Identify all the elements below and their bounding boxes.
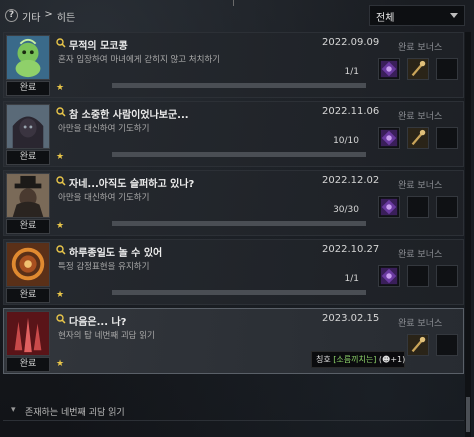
- reward-slot-card[interactable]: [378, 58, 400, 80]
- tooltip-prefix: 칭호: [316, 355, 331, 364]
- search-icon: [56, 314, 66, 324]
- reward-slot-empty: [436, 196, 458, 218]
- divider: [233, 0, 234, 6]
- reward-slot-card[interactable]: [378, 127, 400, 149]
- status-badge: 완료: [6, 288, 50, 303]
- help-icon[interactable]: ?: [5, 9, 18, 22]
- quest-description: 아만을 대신하여 기도하기: [58, 193, 150, 203]
- bonus-label: 완료 보너스: [398, 43, 443, 53]
- reward-slot-empty: [407, 196, 429, 218]
- purple-card-icon: [380, 60, 398, 78]
- quest-date: 2022.11.06: [322, 106, 380, 117]
- divider: [3, 420, 464, 421]
- star-icon: ★: [56, 290, 65, 300]
- quest-description: 현자의 탑 네번째 괴담 읽기: [58, 331, 155, 341]
- reward-slot-key[interactable]: [407, 58, 429, 80]
- quest-card[interactable]: 완료 무적의 모코콩 2022.09.09 혼자 입장하여 마녀에게 갇히지 않…: [3, 32, 464, 98]
- star-icon: ★: [56, 359, 65, 369]
- breadcrumb: 기타 > 히든: [22, 9, 75, 24]
- reward-slot-card[interactable]: [378, 196, 400, 218]
- purple-card-icon: [380, 129, 398, 147]
- quest-title: 참 소중한 사람이었나보군...: [69, 110, 189, 121]
- quest-thumbnail: [6, 173, 50, 218]
- bonus-label: 완료 보너스: [398, 112, 443, 122]
- search-icon: [56, 245, 66, 255]
- search-icon: [56, 176, 66, 186]
- quest-thumbnail: [6, 35, 50, 80]
- progress-bar: [112, 221, 366, 226]
- progress-bar: [112, 152, 366, 157]
- top-bar: ? 기타 > 히든 전체: [0, 0, 474, 32]
- filter-dropdown[interactable]: 전체: [369, 5, 465, 26]
- quest-card[interactable]: 완료 참 소중한 사람이었나보군... 2022.11.06 아만을 대신하여 …: [3, 101, 464, 167]
- reward-slot-empty: [407, 265, 429, 287]
- star-icon: ★: [56, 152, 65, 162]
- status-badge: 완료: [6, 219, 50, 234]
- status-badge: 완료: [6, 150, 50, 165]
- quest-card[interactable]: 완료 다음은... 나? 2023.02.15 현자의 탑 네번째 괴담 읽기 …: [3, 308, 464, 374]
- quest-date: 2022.09.09: [322, 37, 380, 48]
- quest-thumbnail: [6, 242, 50, 287]
- next-quest-row[interactable]: ▾ 존재하는 네번째 괴담 읽기: [3, 402, 464, 421]
- progress-bar: [112, 290, 366, 295]
- purple-card-icon: [380, 198, 398, 216]
- brass-key-icon: [408, 59, 428, 79]
- reward-slot-empty: [436, 334, 458, 356]
- reward-slot-empty: [436, 58, 458, 80]
- search-icon: [56, 38, 66, 48]
- reward-slot-card[interactable]: [378, 265, 400, 287]
- quest-thumbnail: [6, 311, 50, 356]
- breadcrumb-separator: >: [44, 9, 53, 20]
- tooltip-suffix: (☻+1): [378, 355, 406, 364]
- quest-title: 자네...아직도 슬퍼하고 있나?: [69, 179, 195, 190]
- brass-key-icon: [408, 128, 428, 148]
- progress-bar: [112, 83, 366, 88]
- title-reward-tooltip: 칭호 [소름끼치는] (☻+1): [311, 351, 405, 368]
- quest-title: 무적의 모코콩: [69, 41, 128, 52]
- progress-count: 1/1: [344, 67, 359, 77]
- next-quest-label: 존재하는 네번째 괴담 읽기: [25, 408, 125, 418]
- breadcrumb-category[interactable]: 기타: [22, 9, 40, 24]
- tooltip-highlight: [소름끼치는]: [333, 355, 377, 364]
- reward-slot-empty: [436, 265, 458, 287]
- reward-slot-key[interactable]: [407, 334, 429, 356]
- quest-date: 2022.12.02: [322, 175, 380, 186]
- bonus-label: 완료 보너스: [398, 319, 443, 329]
- scrollbar-thumb[interactable]: [466, 397, 470, 432]
- quest-card[interactable]: 완료 자네...아직도 슬퍼하고 있나? 2022.12.02 아만을 대신하여…: [3, 170, 464, 236]
- reward-slot-empty: [436, 127, 458, 149]
- quest-description: 혼자 입장하여 마녀에게 갇히지 않고 처치하기: [58, 55, 221, 65]
- quest-card[interactable]: 완료 하루종일도 놀 수 있어 2022.10.27 특정 감정표현을 유지하기…: [3, 239, 464, 305]
- status-badge: 완료: [6, 357, 50, 372]
- chevron-down-icon: ▾: [11, 405, 16, 415]
- progress-count: 10/10: [333, 136, 359, 146]
- quest-title: 다음은... 나?: [69, 317, 127, 328]
- purple-card-icon: [380, 267, 398, 285]
- quest-date: 2023.02.15: [322, 313, 380, 324]
- brass-key-icon: [408, 335, 428, 355]
- quest-date: 2022.10.27: [322, 244, 380, 255]
- progress-count: 30/30: [333, 205, 359, 215]
- chevron-down-icon: [450, 13, 458, 18]
- scrollbar[interactable]: [465, 32, 471, 437]
- quest-description: 특정 감정표현을 유지하기: [58, 262, 150, 272]
- quest-description: 아만을 대신하여 기도하기: [58, 124, 150, 134]
- filter-selected-label: 전체: [376, 13, 395, 24]
- search-icon: [56, 107, 66, 117]
- bonus-label: 완료 보너스: [398, 250, 443, 260]
- progress-count: 1/1: [344, 274, 359, 284]
- bonus-label: 완료 보너스: [398, 181, 443, 191]
- star-icon: ★: [56, 221, 65, 231]
- status-badge: 완료: [6, 81, 50, 96]
- breadcrumb-current: 히든: [56, 13, 76, 24]
- star-icon: ★: [56, 83, 65, 93]
- quest-title: 하루종일도 놀 수 있어: [69, 248, 163, 259]
- reward-slot-key[interactable]: [407, 127, 429, 149]
- quest-thumbnail: [6, 104, 50, 149]
